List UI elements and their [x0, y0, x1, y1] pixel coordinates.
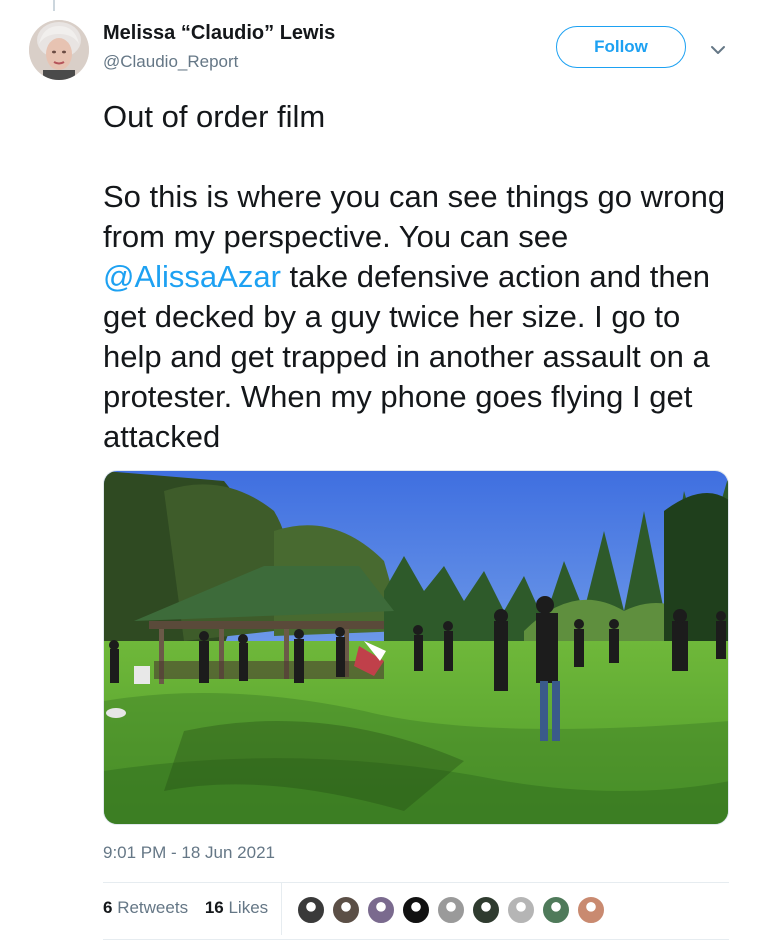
tweet-text: Out of order film So this is where you c…	[103, 97, 743, 457]
liker-avatar-6[interactable]	[472, 896, 500, 924]
tweet-text-part: Out of order film So this is where you c…	[103, 99, 726, 254]
likes-stat[interactable]: 16 Likes	[205, 898, 268, 917]
author-avatar[interactable]	[29, 20, 89, 80]
liker-avatar-5[interactable]	[437, 896, 465, 924]
retweets-count: 6	[103, 898, 113, 917]
retweets-stat[interactable]: 6 Retweets	[103, 898, 188, 917]
park-scene-image	[104, 471, 728, 824]
liker-avatar-3[interactable]	[367, 896, 395, 924]
liker-avatars	[297, 896, 612, 924]
liker-avatar-9[interactable]	[577, 896, 605, 924]
liker-avatar-2[interactable]	[332, 896, 360, 924]
liker-avatar-4[interactable]	[402, 896, 430, 924]
chevron-down-icon[interactable]	[706, 38, 730, 62]
liker-avatar-7[interactable]	[507, 896, 535, 924]
tweet-timestamp[interactable]: 9:01 PM - 18 Jun 2021	[103, 843, 275, 863]
engagement-stats: 6 Retweets 16 Likes	[103, 898, 268, 918]
divider	[103, 939, 729, 940]
liker-avatar-1[interactable]	[297, 896, 325, 924]
stats-separator	[281, 883, 282, 935]
divider	[103, 882, 729, 883]
follow-button[interactable]: Follow	[556, 26, 686, 68]
tweet-media-video[interactable]	[103, 470, 729, 825]
author-avatar-image	[29, 20, 89, 80]
likes-count: 16	[204, 898, 224, 917]
thread-connector-line	[53, 0, 55, 11]
retweets-label: Retweets	[117, 898, 189, 917]
mention-link[interactable]: @AlissaAzar	[103, 259, 281, 294]
author-display-name[interactable]: Melissa “Claudio” Lewis	[103, 22, 335, 45]
likes-label: Likes	[228, 898, 269, 917]
author-handle[interactable]: @Claudio_Report	[103, 52, 238, 72]
liker-avatar-8[interactable]	[542, 896, 570, 924]
